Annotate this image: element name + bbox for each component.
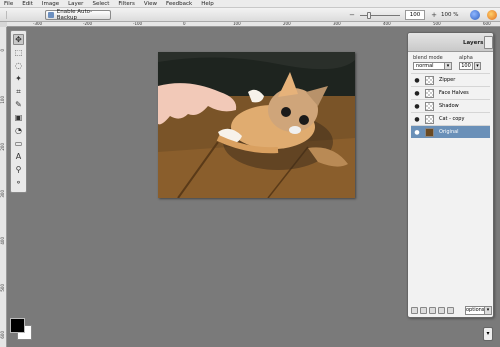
ruler-tick-label: 200	[283, 22, 291, 26]
layer-name: Original	[439, 129, 459, 135]
layer-thumbnail	[425, 75, 434, 85]
zoom-out-button[interactable]: −	[348, 11, 356, 19]
crop-icon[interactable]: ⌗	[13, 86, 24, 97]
new-layer-icon[interactable]	[411, 306, 418, 314]
text-icon[interactable]: A	[13, 151, 24, 162]
ruler-tick-label: -300	[33, 22, 43, 26]
layer-row[interactable]: ● Cat - copy	[411, 112, 490, 125]
menu-item-view[interactable]: View	[144, 1, 157, 7]
ruler-tick-label: 0	[183, 22, 186, 26]
eye-icon[interactable]: ●	[413, 103, 421, 110]
layer-row[interactable]: ● Shadow	[411, 99, 490, 112]
ruler-tick-label: -100	[133, 22, 143, 26]
ruler-tick-label: 300	[0, 190, 5, 198]
brush-icon[interactable]: ✎	[13, 99, 24, 110]
layer-name: Face Halves	[439, 90, 469, 96]
ruler-tick-label: 300	[333, 22, 341, 26]
layer-row[interactable]: ● Original	[411, 125, 490, 138]
lasso-icon[interactable]: ◌	[13, 60, 24, 71]
ruler-tick-label: 600	[0, 331, 5, 339]
layer-thumbnail	[425, 101, 434, 111]
layer-list: ● Zipper ● Face Halves ● Shadow ● Cat - copy ● Or…	[411, 73, 490, 138]
layers-panel: Layers blend mode alpha normal ▾ 100 ▾ ●…	[407, 32, 494, 318]
marquee-icon[interactable]: ⬚	[13, 47, 24, 58]
menu-item-edit[interactable]: Edit	[22, 1, 33, 7]
foreground-color-swatch[interactable]	[10, 318, 25, 333]
move-icon[interactable]: ✥	[13, 34, 24, 45]
chevron-down-icon[interactable]: ▾	[444, 62, 452, 70]
menu-item-file[interactable]: File	[4, 1, 13, 7]
browser-icon[interactable]	[487, 10, 497, 20]
menu-bar: File Edit Image Layer Select Filters View Feedb…	[0, 0, 500, 8]
eraser-icon[interactable]: ▭	[13, 138, 24, 149]
menu-item-help[interactable]: Help	[201, 1, 214, 7]
ruler-top: -300-200-1000100200300400500600700	[7, 22, 500, 27]
ruler-tick-label: -200	[83, 22, 93, 26]
ruler-tick-label: 600	[483, 22, 491, 26]
layer-thumbnail	[425, 127, 434, 137]
ruler-tick-label: 100	[233, 22, 241, 26]
auto-backup-button[interactable]: Enable Auto-Backup	[45, 9, 111, 21]
eye-icon[interactable]: ●	[413, 90, 421, 97]
eyedropper-icon[interactable]: ⚲	[13, 164, 24, 175]
alpha-input[interactable]: 100	[459, 62, 473, 70]
blend-mode-label: blend mode	[413, 55, 443, 61]
layer-row[interactable]: ● Face Halves	[411, 86, 490, 99]
wand-icon[interactable]: ✦	[13, 73, 24, 84]
layers-title: Layers	[463, 40, 484, 46]
ruler-tick-label: 200	[0, 143, 5, 151]
layers-panel-icon[interactable]	[484, 36, 493, 49]
layers-header: Layers	[408, 33, 493, 52]
ruler-tick-label: 500	[433, 22, 441, 26]
layer-name: Shadow	[439, 103, 459, 109]
auto-backup-label: Enable Auto-Backup	[56, 9, 93, 21]
zoom-icon[interactable]: ⚬	[13, 177, 24, 188]
menu-item-feedback[interactable]: Feedback	[166, 1, 192, 7]
zoom-input[interactable]: 100	[405, 10, 425, 20]
menu-item-select[interactable]: Select	[92, 1, 109, 7]
fill-icon[interactable]: ◔	[13, 125, 24, 136]
chevron-down-icon[interactable]: ▾	[485, 305, 492, 315]
layer-name: Cat - copy	[439, 116, 465, 122]
eye-icon[interactable]: ●	[413, 129, 421, 136]
menu-item-layer[interactable]: Layer	[68, 1, 83, 7]
duplicate-layer-icon[interactable]	[420, 306, 427, 314]
delete-layer-icon[interactable]	[447, 306, 454, 314]
panel-scroll-button[interactable]: ▾	[483, 327, 493, 341]
layer-row[interactable]: ● Zipper	[411, 73, 490, 86]
tools-panel: ✥ ⬚ ◌ ✦ ⌗ ✎ ▣ ◔ ▭ A ⚲ ⚬	[10, 30, 27, 193]
help-icon[interactable]	[470, 10, 480, 20]
menu-item-image[interactable]: Image	[42, 1, 59, 7]
chevron-down-icon[interactable]: ▾	[474, 62, 481, 70]
merge-icon[interactable]	[438, 306, 445, 314]
eye-icon[interactable]: ●	[413, 77, 421, 84]
canvas-image[interactable]	[158, 52, 355, 198]
ruler-tick-label: 0	[0, 49, 5, 52]
alpha-label: alpha	[459, 55, 473, 61]
stamp-icon[interactable]: ▣	[13, 112, 24, 123]
zoom-slider-track[interactable]	[360, 15, 400, 16]
layers-panel-footer: options ▾	[411, 305, 492, 315]
layer-thumbnail	[425, 88, 434, 98]
layer-name: Zipper	[439, 77, 456, 83]
options-button[interactable]: options	[465, 305, 485, 315]
toolbar-grip	[6, 11, 36, 19]
color-swatches	[10, 318, 35, 343]
ruler-tick-label: 400	[383, 22, 391, 26]
cat-photo	[158, 52, 355, 198]
menu-item-filters[interactable]: Filters	[118, 1, 135, 7]
ruler-left: 0 100 200 300 400 500 600	[0, 27, 7, 347]
folder-icon[interactable]	[429, 306, 436, 314]
layer-options-labels: blend mode alpha	[413, 55, 493, 61]
ruler-tick-label: 500	[0, 284, 5, 292]
ruler-tick-label: 100	[0, 96, 5, 104]
toolbar: Enable Auto-Backup − 100 + 100 %	[0, 8, 500, 22]
layer-thumbnail	[425, 114, 434, 124]
ruler-tick-label: 400	[0, 237, 5, 245]
zoom-percent: 100 %	[441, 12, 459, 18]
zoom-in-button[interactable]: +	[430, 11, 438, 19]
eye-icon[interactable]: ●	[413, 116, 421, 123]
zoom-slider-thumb[interactable]	[367, 12, 371, 19]
backup-icon	[48, 12, 54, 18]
